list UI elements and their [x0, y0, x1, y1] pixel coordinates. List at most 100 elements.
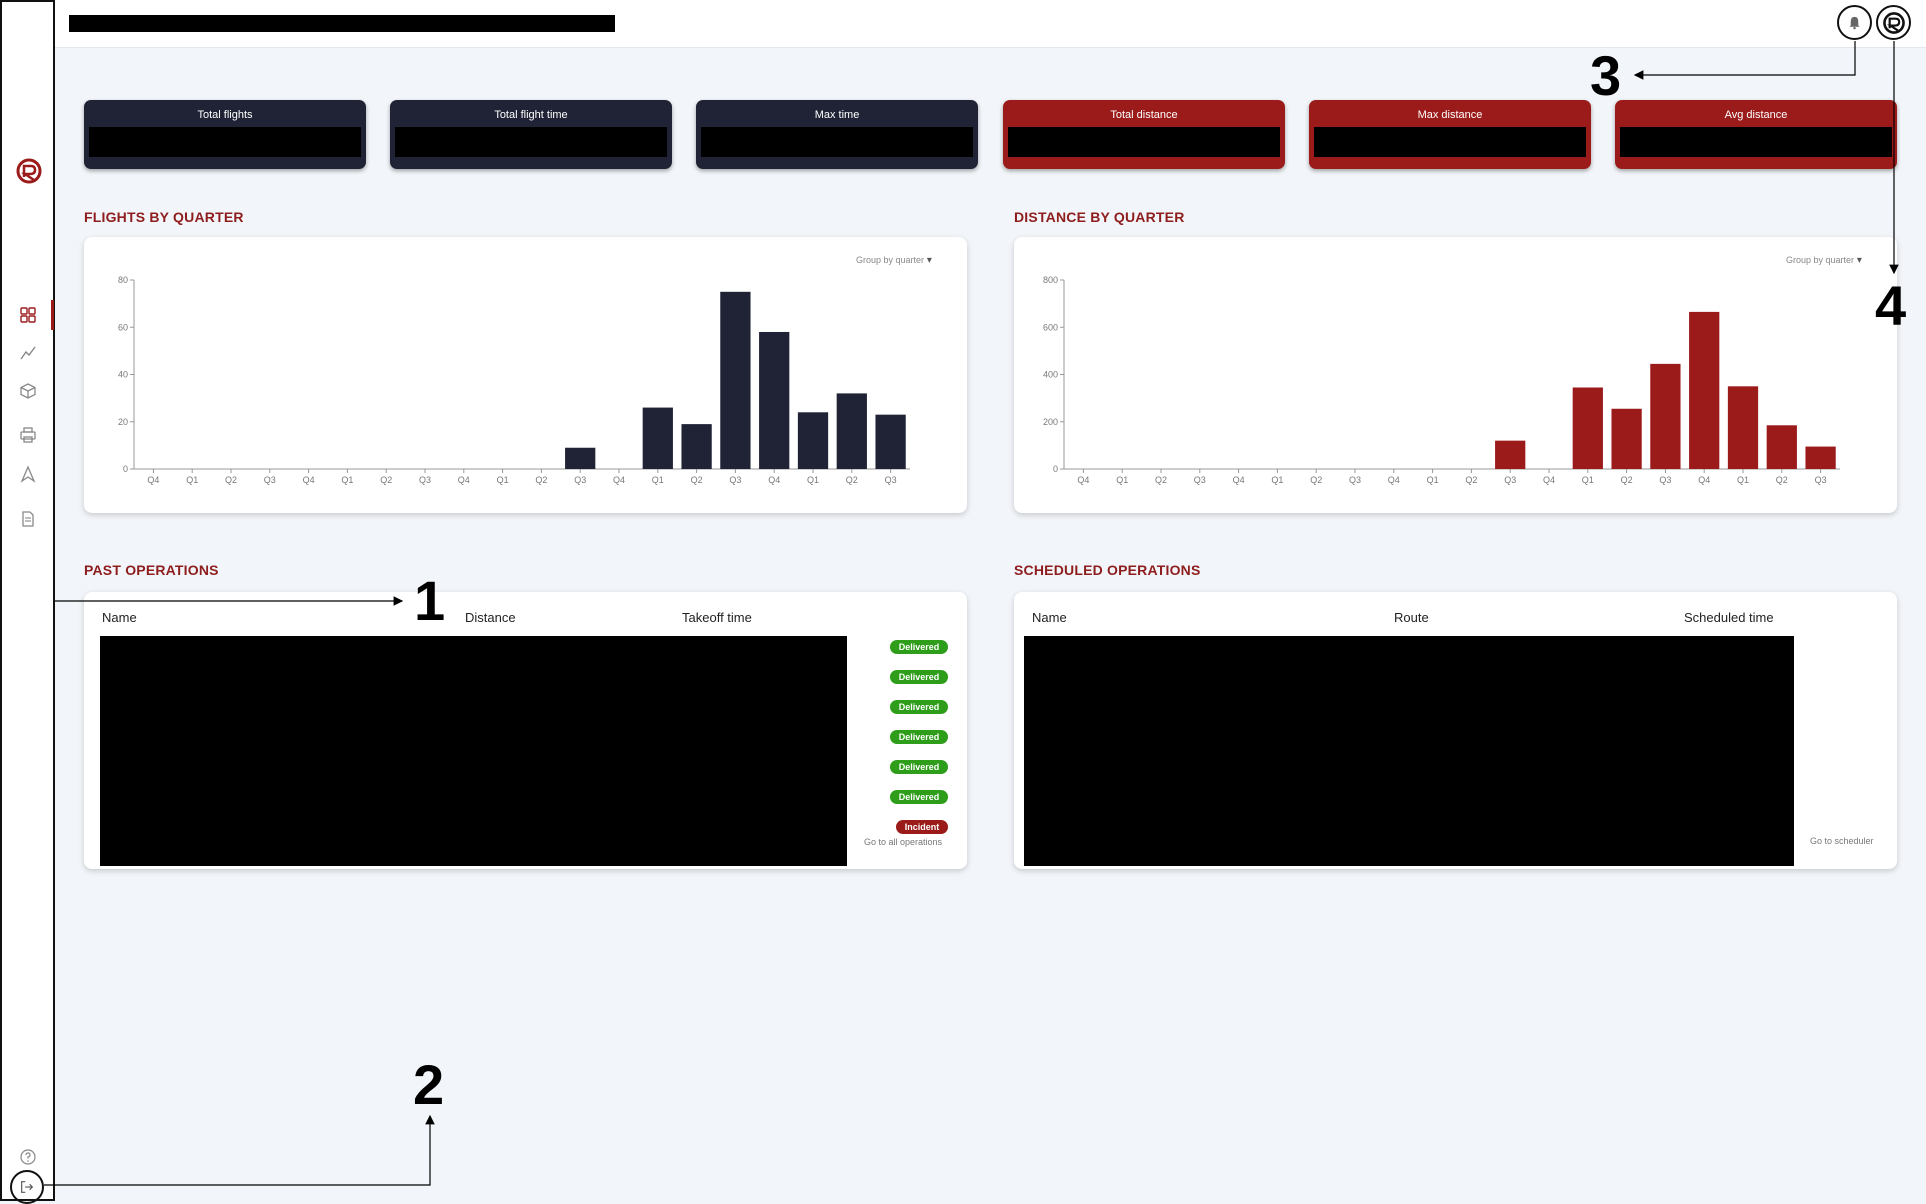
kpi-label: Max time [814, 109, 860, 121]
x-tick-label: Q3 [885, 475, 897, 485]
bar[interactable] [1766, 425, 1797, 469]
bell-icon [1849, 16, 1860, 30]
y-tick-label: 0 [123, 464, 128, 474]
x-tick-label: Q4 [613, 475, 625, 485]
x-tick-label: Q2 [380, 475, 392, 485]
past-col-distance[interactable]: Distance [465, 610, 516, 625]
bar[interactable] [1689, 311, 1720, 469]
profile-button[interactable] [1876, 5, 1911, 40]
distance-bar-chart: 0 200 400 600 800 Q4 Q1 Q2 Q3 Q4 Q1 Q2 Q3 Q4 Q1 Q2 Q3 Q4 Q… [1043, 275, 1840, 485]
x-tick-label: Q1 [186, 475, 198, 485]
x-tick-label: Q4 [1698, 475, 1710, 485]
kpi-value-redacted [701, 127, 973, 157]
bar[interactable] [836, 393, 867, 469]
kpi-value-redacted [89, 127, 361, 157]
bar[interactable] [1727, 386, 1759, 469]
x-tick-label: Q3 [1504, 475, 1516, 485]
logout-icon [21, 1181, 34, 1193]
y-tick-label: 0 [1053, 464, 1058, 474]
x-tick-label: Q1 [1737, 475, 1749, 485]
x-tick-label: Q3 [729, 475, 741, 485]
x-tick-label: Q2 [1621, 475, 1633, 485]
x-tick-label: Q1 [1271, 475, 1283, 485]
scheduled-operations-table-redacted [1024, 636, 1794, 866]
x-tick-label: Q1 [807, 475, 819, 485]
bar[interactable] [1805, 446, 1836, 469]
x-tick-label: Q4 [768, 475, 780, 485]
status-badge: Delivered [890, 670, 948, 684]
kpi-value-redacted [1314, 127, 1586, 157]
bar[interactable] [759, 331, 790, 469]
bar[interactable] [642, 407, 673, 469]
bar[interactable] [875, 414, 906, 469]
kpi-card-avg-distance: Avg distance [1615, 100, 1897, 169]
x-tick-label: Q3 [1194, 475, 1206, 485]
x-tick-label: Q4 [1077, 475, 1089, 485]
x-tick-label: Q4 [147, 475, 159, 485]
x-tick-label: Q2 [225, 475, 237, 485]
annotation-marker: 1 [414, 569, 446, 632]
package-icon [19, 383, 36, 399]
bar[interactable] [565, 447, 596, 469]
bar[interactable] [1611, 408, 1642, 469]
x-tick-label: Q2 [1776, 475, 1788, 485]
kpi-label: Avg distance [1724, 109, 1788, 121]
past-col-name[interactable]: Name [102, 610, 137, 625]
all-operations-link[interactable]: Go to all operations [864, 837, 942, 847]
flights-bar-chart: 0 20 40 60 80 Q4 Q1 Q2 Q3 Q4 Q1 Q2 Q3 Q4 Q1 Q2 Q3 Q4 Q1 Q2 Q… [118, 275, 910, 485]
help-button[interactable] [2, 1140, 53, 1174]
printer-icon [19, 427, 36, 443]
bar[interactable] [1650, 363, 1681, 469]
scheduled-col-name[interactable]: Name [1032, 610, 1067, 625]
x-tick-label: Q4 [303, 475, 315, 485]
x-tick-label: Q3 [264, 475, 276, 485]
top-bar [55, 0, 1926, 48]
y-tick-label: 60 [118, 322, 128, 332]
profile-logo-icon [1882, 11, 1905, 34]
status-badge: Delivered [890, 700, 948, 714]
kpi-card-total-distance: Total distance [1003, 100, 1285, 169]
kpi-label: Max distance [1417, 109, 1483, 121]
bar[interactable] [797, 412, 829, 469]
x-tick-label: Q2 [1155, 475, 1167, 485]
scheduled-col-route[interactable]: Route [1394, 610, 1429, 625]
kpi-value-redacted [1620, 127, 1892, 157]
scheduler-link[interactable]: Go to scheduler [1810, 836, 1874, 846]
scheduled-col-scheduled-time[interactable]: Scheduled time [1684, 610, 1774, 625]
y-tick-label: 80 [118, 275, 128, 285]
past-operations-title: PAST OPERATIONS [84, 562, 219, 578]
x-tick-label: Q2 [1310, 475, 1322, 485]
logout-button[interactable] [10, 1170, 44, 1204]
bar[interactable] [1572, 387, 1603, 469]
bar[interactable] [720, 291, 751, 469]
x-tick-label: Q2 [691, 475, 703, 485]
kpi-value-redacted [1008, 127, 1280, 157]
notifications-button[interactable] [1837, 5, 1872, 40]
x-tick-label: Q4 [458, 475, 470, 485]
sidebar-item-analytics[interactable] [2, 336, 53, 370]
kpi-card-total-flights: Total flights [84, 100, 366, 169]
sidebar-item-documents[interactable] [2, 502, 53, 536]
status-badge: Delivered [890, 760, 948, 774]
status-badge: Incident [896, 820, 948, 834]
sidebar-item-packages[interactable] [2, 374, 53, 408]
sidebar-item-printer[interactable] [2, 418, 53, 452]
y-tick-label: 20 [118, 417, 128, 427]
y-tick-label: 40 [118, 370, 128, 380]
bar[interactable] [681, 424, 712, 469]
distance-chart-card: Group by quarter 0200400600800Q4Q1Q2Q3Q4… [1014, 237, 1897, 513]
y-tick-label: 800 [1043, 275, 1058, 285]
x-tick-label: Q3 [1815, 475, 1827, 485]
kpi-card-max-time: Max time [696, 100, 978, 169]
x-tick-label: Q1 [497, 475, 509, 485]
kpi-label: Total distance [1110, 109, 1178, 121]
sidebar-item-dashboard[interactable] [2, 298, 54, 332]
brand-logo-icon[interactable] [14, 156, 44, 186]
bar[interactable] [1495, 440, 1526, 469]
x-tick-label: Q3 [1659, 475, 1671, 485]
drone-icon [20, 465, 35, 483]
past-operations-table-redacted [100, 636, 847, 866]
x-tick-label: Q1 [1427, 475, 1439, 485]
sidebar-item-drones[interactable] [2, 457, 53, 491]
past-col-takeoff-time[interactable]: Takeoff time [682, 610, 752, 625]
